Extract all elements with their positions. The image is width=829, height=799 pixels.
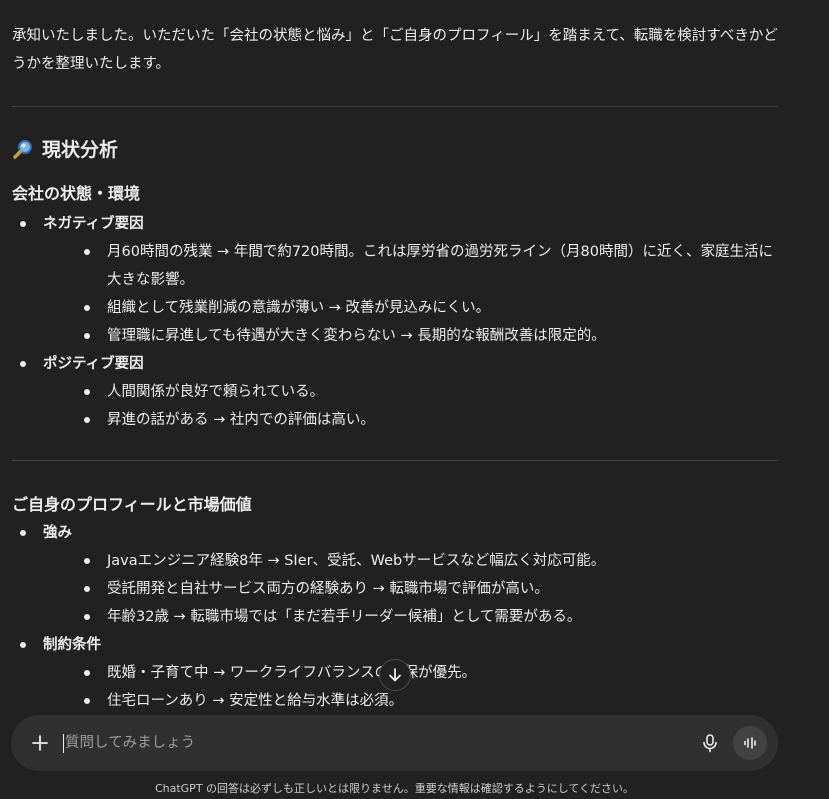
group-label: ネガティブ要因 — [43, 216, 144, 232]
company-factor-list: ネガティブ要因 月60時間の残業 → 年間で約720時間。これは厚労省の過労死ラ… — [12, 210, 778, 434]
text-cursor — [63, 734, 64, 753]
microphone-icon[interactable] — [699, 732, 721, 754]
list-item: 組織として残業削減の意識が薄い → 改善が見込みにくい。 — [43, 294, 778, 322]
list-item: 受託開発と自社サービス両方の経験あり → 転職市場で評価が高い。 — [43, 575, 778, 603]
list-group-strengths: 強み Javaエンジニア経験8年 → SIer、受託、Webサービスなど幅広く対… — [12, 519, 778, 631]
divider — [12, 106, 778, 107]
section-title: 現状分析 — [42, 139, 119, 161]
subsection-heading-profile: ご自身のプロフィールと市場価値 — [12, 495, 252, 514]
message-composer: 質問してみましょう — [11, 715, 778, 771]
disclaimer-text: ChatGPT の回答は必ずしも正しいとは限りません。重要な情報は確認するように… — [154, 782, 635, 795]
group-label: ポジティブ要因 — [43, 356, 144, 372]
list-group-positive: ポジティブ要因 人間関係が良好で頼られている。 昇進の話がある → 社内での評価… — [12, 350, 778, 434]
list-item: 月60時間の残業 → 年間で約720時間。これは厚労省の過労死ライン（月80時間… — [43, 238, 778, 294]
waveform-icon — [744, 737, 756, 749]
list-item: 年齢32歳 → 転職市場では「まだ若手リーダー候補」として需要がある。 — [43, 603, 778, 631]
plus-icon[interactable] — [29, 732, 51, 754]
assistant-message: 承知いたしました。いただいた「会社の状態と悩み」と「ご自身のプロフィール」を踏ま… — [12, 22, 778, 715]
scroll-to-bottom-button[interactable] — [379, 659, 411, 691]
list-item: 昇進の話がある → 社内での評価は高い。 — [43, 406, 778, 434]
group-label: 強み — [43, 525, 72, 541]
subsection-heading-company: 会社の状態・環境 — [12, 184, 141, 203]
voice-mode-button[interactable] — [733, 726, 767, 760]
list-item: 人間関係が良好で頼られている。 — [43, 378, 778, 406]
list-item: 管理職に昇進しても待遇が大きく変わらない → 長期的な報酬改善は限定的。 — [43, 322, 778, 350]
arrow-down-icon — [389, 668, 401, 682]
magnifier-icon — [12, 138, 34, 160]
intro-text: 承知いたしました。いただいた「会社の状態と悩み」と「ご自身のプロフィール」を踏ま… — [12, 28, 778, 72]
divider — [12, 460, 778, 461]
list-group-negative: ネガティブ要因 月60時間の残業 → 年間で約720時間。これは厚労省の過労死ラ… — [12, 210, 778, 350]
list-item: 住宅ローンあり → 安定性と給与水準は必須。 — [43, 687, 778, 715]
list-item: Javaエンジニア経験8年 → SIer、受託、Webサービスなど幅広く対応可能… — [43, 547, 778, 575]
section-heading-analysis: 現状分析 — [12, 135, 778, 162]
group-label: 制約条件 — [43, 637, 101, 653]
message-input[interactable]: 質問してみましょう — [65, 733, 195, 753]
